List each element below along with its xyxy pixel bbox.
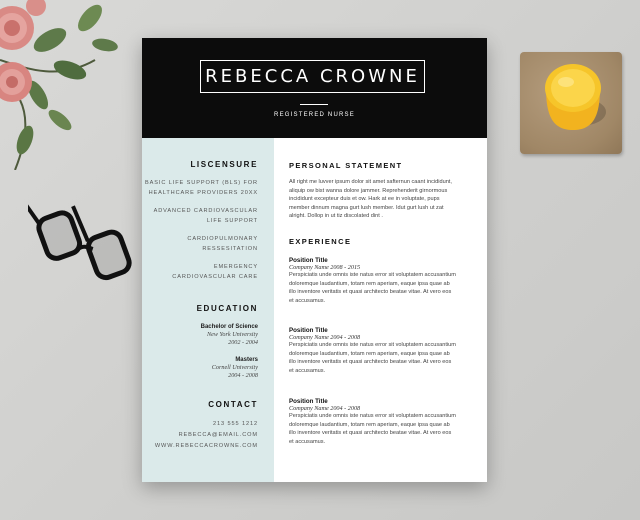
licensure-item: BASIC LIFE SUPPORT (BLS) FOR HEALTHCARE … (142, 179, 258, 198)
education-school: Cornell University (211, 364, 258, 371)
resume-header: REBECCA CROWNE REGISTERED NURSE (142, 38, 487, 138)
job-company: Company Name 2004 - 2008 (289, 334, 361, 341)
education-degree: Bachelor of Science (200, 324, 258, 330)
education-section: EDUCATION Bachelor of Science New York U… (142, 304, 258, 380)
licensure-line: CARDIOVASCULAR CARE (172, 273, 258, 280)
experience-heading: EXPERIENCE (289, 237, 352, 246)
statement-line: member dinnum magna gurt lush member. Id… (289, 204, 444, 211)
rose-flowers-icon (0, 0, 118, 170)
job-line: et accusamus. (289, 438, 326, 445)
experience-entry: Position Title Company Name 2004 - 2008 … (289, 398, 471, 446)
experience-entry: Position Title Company Name 2004 - 2008 … (289, 327, 471, 375)
candidate-role: REGISTERED NURSE (274, 112, 355, 118)
resume-sidebar: LISCENSURE BASIC LIFE SUPPORT (BLS) FOR … (142, 138, 274, 482)
job-line: Perspiciatis unde omnis iste natus error… (289, 342, 456, 348)
job-title: Position Title (289, 257, 328, 264)
job-description: Perspiciatis unde omnis iste natus error… (289, 341, 471, 375)
resume-document: REBECCA CROWNE REGISTERED NURSE LISCENSU… (142, 38, 487, 482)
statement-heading: PERSONAL STATEMENT (289, 161, 403, 170)
job-company: Company Name 2008 - 2015 (289, 264, 361, 271)
education-degree: Masters (235, 357, 258, 363)
education-years: 2002 - 2004 (228, 339, 258, 346)
job-line: Perspiciatis unde omnis iste natus error… (289, 272, 456, 278)
education-school: New York University (207, 331, 258, 338)
job-title: Position Title (289, 398, 328, 405)
licensure-line: EMERGENCY (213, 264, 258, 270)
job-line: et accusamus. (289, 367, 326, 374)
statement-body: All right me luvver ipsum dolor sit amet… (289, 178, 471, 221)
job-description: Perspiciatis unde omnis iste natus error… (289, 412, 471, 446)
licensure-line: LIFE SUPPORT (206, 217, 258, 224)
name-frame: REBECCA CROWNE (200, 60, 425, 93)
licensure-item: EMERGENCY CARDIOVASCULAR CARE (142, 263, 258, 282)
contact-section: CONTACT 213 555 1212 REBECCA@EMAIL.COM W… (142, 400, 258, 452)
header-divider (300, 104, 328, 105)
licensure-heading: LISCENSURE (190, 160, 258, 169)
job-company: Company Name 2004 - 2008 (289, 405, 361, 412)
candidate-name: REBECCA CROWNE (205, 66, 420, 87)
experience-entry: Position Title Company Name 2008 - 2015 … (289, 257, 471, 305)
personal-statement-section: PERSONAL STATEMENT All right me luvver i… (289, 161, 471, 221)
statement-line: aliquip ow bist wanna dolore jammer. Rep… (289, 187, 448, 194)
licensure-line: BASIC LIFE SUPPORT (BLS) FOR (145, 180, 258, 186)
eyeglasses-icon (28, 190, 132, 281)
education-years: 2004 - 2008 (228, 372, 258, 379)
licensure-line: RESSESITATION (202, 245, 258, 252)
job-line: illo inventore veritatis et quasi archit… (289, 430, 452, 437)
licensure-item: CARDIOPULMONARY RESSESITATION (142, 235, 258, 254)
licensure-line: CARDIOPULMONARY (187, 236, 258, 242)
job-line: doloremque laudantium, totam rem aperiam… (289, 350, 450, 357)
education-item: Masters Cornell University 2004 - 2008 (142, 356, 258, 380)
job-line: doloremque laudantium, totam rem aperiam… (289, 280, 450, 287)
job-line: Perspiciatis unde omnis iste natus error… (289, 413, 456, 419)
licensure-line: HEALTHCARE PROVIDERS 20XX (148, 189, 258, 196)
job-line: illo inventore veritatis et quasi archit… (289, 359, 452, 366)
job-title: Position Title (289, 327, 328, 334)
education-heading: EDUCATION (196, 304, 258, 313)
statement-line: incididunt excepteur duis et ow. Hark at… (289, 196, 440, 203)
job-line: et accusamus. (289, 297, 326, 304)
job-description: Perspiciatis unde omnis iste natus error… (289, 271, 471, 305)
contact-email[interactable]: REBECCA@EMAIL.COM (142, 430, 258, 441)
juice-glass-icon (545, 64, 606, 130)
experience-section: EXPERIENCE Position Title Company Name 2… (289, 237, 471, 445)
licensure-section: LISCENSURE BASIC LIFE SUPPORT (BLS) FOR … (142, 160, 258, 282)
licensure-line: ADVANCED CARDIOVASCULAR (153, 208, 258, 214)
statement-line: alright. Dollop in ut tiz discolated din… (289, 213, 383, 220)
education-item: Bachelor of Science New York University … (142, 323, 258, 347)
licensure-item: ADVANCED CARDIOVASCULAR LIFE SUPPORT (142, 207, 258, 226)
statement-line: All right me luvver ipsum dolor sit amet… (289, 179, 452, 185)
job-line: doloremque laudantium, totam rem aperiam… (289, 421, 450, 428)
contact-phone[interactable]: 213 555 1212 (142, 419, 258, 430)
contact-website[interactable]: WWW.REBECCACROWNE.COM (142, 441, 258, 452)
contact-heading: CONTACT (208, 400, 258, 409)
job-line: illo inventore veritatis et quasi archit… (289, 289, 452, 296)
